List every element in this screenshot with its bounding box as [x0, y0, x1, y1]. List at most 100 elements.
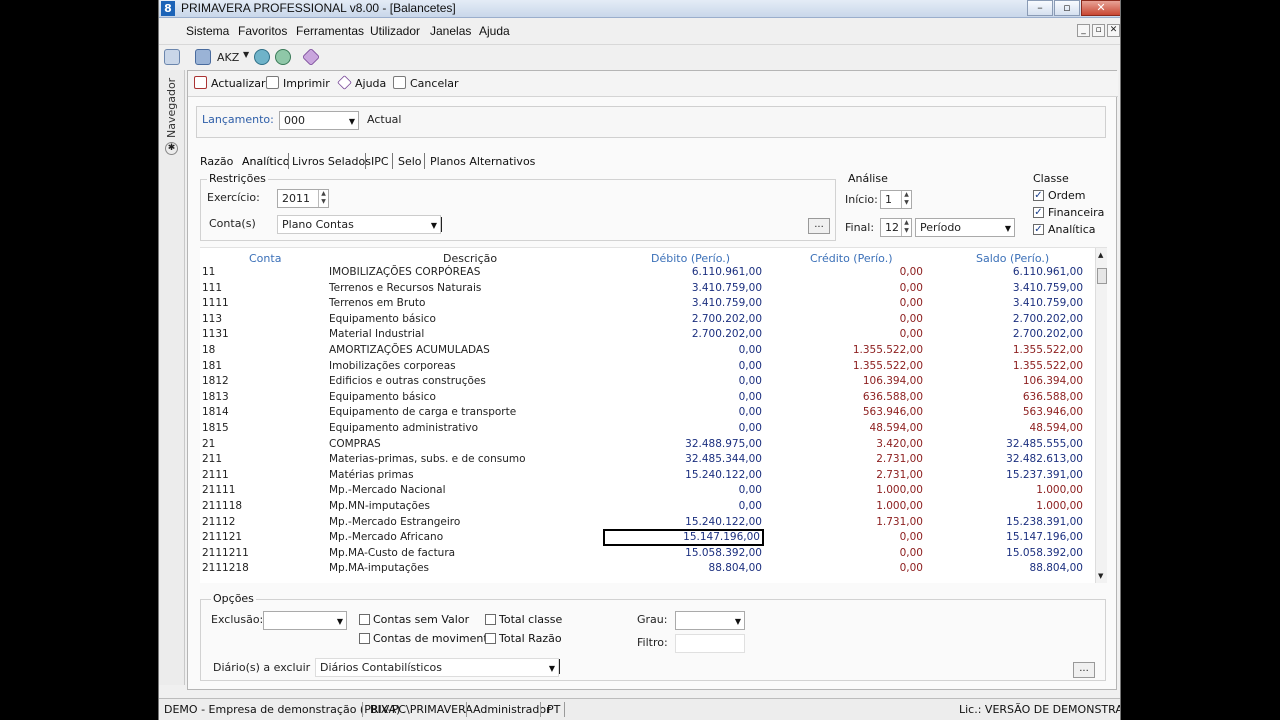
- cell-credito[interactable]: 563.946,00: [813, 406, 923, 418]
- cell-conta[interactable]: 2111: [202, 469, 229, 481]
- cell-descricao[interactable]: Mp.MA-imputações: [329, 562, 429, 574]
- cell-debito[interactable]: 3.410.759,00: [652, 297, 762, 309]
- diarios-select[interactable]: Diários Contabilísticos ▼: [315, 658, 559, 677]
- cell-descricao[interactable]: IMOBILIZAÇÕES CORPÓREAS: [329, 266, 480, 278]
- currency-label[interactable]: AKZ: [217, 51, 239, 64]
- menu-sistema[interactable]: Sistema: [186, 24, 229, 38]
- lancamento-select[interactable]: 000 ▼: [279, 111, 359, 130]
- app-icon[interactable]: 8: [161, 1, 175, 16]
- cell-debito[interactable]: 32.485.344,00: [652, 453, 762, 465]
- menu-utilizador[interactable]: Utilizador: [370, 24, 420, 38]
- table-row[interactable]: 21111 Mp.-Mercado Nacional 0,00 1.000,00 1.0…: [200, 483, 1095, 499]
- cell-debito[interactable]: 15.240.122,00: [652, 469, 762, 481]
- minimize-button[interactable]: –: [1027, 0, 1053, 16]
- cell-descricao[interactable]: Mp.-Mercado Estrangeiro: [329, 516, 460, 528]
- table-row[interactable]: 1812 Edificios e outras construções 0,00 10…: [200, 374, 1095, 390]
- inicio-spinner[interactable]: 1 ▲ ▼: [880, 190, 912, 209]
- settings-icon[interactable]: ✱: [165, 142, 178, 155]
- cell-conta[interactable]: 211: [202, 453, 222, 465]
- cell-descricao[interactable]: Mp.-Mercado Africano: [329, 531, 443, 543]
- cell-credito[interactable]: 0,00: [813, 547, 923, 559]
- table-row[interactable]: 211118 Mp.MN-imputações 0,00 1.000,00 1.000,…: [200, 499, 1095, 515]
- cell-saldo[interactable]: 3.410.759,00: [973, 282, 1083, 294]
- cell-saldo[interactable]: 15.237.391,00: [973, 469, 1083, 481]
- tab-planos-alternativos[interactable]: Planos Alternativos: [430, 155, 535, 168]
- tab-razao[interactable]: Razão: [200, 155, 233, 168]
- cell-saldo[interactable]: 15.058.392,00: [973, 547, 1083, 559]
- cell-credito[interactable]: 106.394,00: [813, 375, 923, 387]
- cell-saldo[interactable]: 1.000,00: [973, 500, 1083, 512]
- cell-conta[interactable]: 113: [202, 313, 222, 325]
- menu-ajuda[interactable]: Ajuda: [479, 24, 510, 38]
- cell-credito[interactable]: 0,00: [813, 297, 923, 309]
- cell-saldo[interactable]: 1.355.522,00: [973, 360, 1083, 372]
- cell-conta[interactable]: 1814: [202, 406, 229, 418]
- table-row[interactable]: 1111 Terrenos em Bruto 3.410.759,00 0,00 3.4…: [200, 296, 1095, 312]
- financeira-checkbox[interactable]: ✓: [1033, 207, 1044, 218]
- imprimir-button[interactable]: Imprimir: [266, 76, 330, 90]
- cell-credito[interactable]: 0,00: [813, 313, 923, 325]
- cell-descricao[interactable]: COMPRAS: [329, 438, 381, 450]
- cell-credito[interactable]: 636.588,00: [813, 391, 923, 403]
- table-row[interactable]: 1815 Equipamento administrativo 0,00 48.594…: [200, 421, 1095, 437]
- table-row[interactable]: 11 IMOBILIZAÇÕES CORPÓREAS 6.110.961,00 0,0…: [200, 265, 1095, 281]
- mdi-restore-button[interactable]: ▫: [1092, 24, 1105, 37]
- eraser-icon[interactable]: [301, 47, 321, 67]
- cell-descricao[interactable]: Mp.MA-Custo de factura: [329, 547, 455, 559]
- menu-favoritos[interactable]: Favoritos: [238, 24, 287, 38]
- actualizar-button[interactable]: Actualizar: [194, 76, 266, 90]
- spinner-arrows-icon[interactable]: ▲ ▼: [901, 219, 911, 236]
- cell-descricao[interactable]: Equipamento administrativo: [329, 422, 478, 434]
- cell-saldo[interactable]: 636.588,00: [973, 391, 1083, 403]
- tab-ipc[interactable]: IPC: [371, 155, 389, 168]
- cell-debito[interactable]: 15.147.196,00: [603, 529, 764, 547]
- navigator-strip[interactable]: Navegador ✱: [159, 70, 185, 685]
- contas-de-movimento-checkbox[interactable]: [359, 633, 370, 644]
- cell-credito[interactable]: 1.000,00: [813, 484, 923, 496]
- cell-debito[interactable]: 0,00: [652, 391, 762, 403]
- cell-descricao[interactable]: Equipamento básico: [329, 313, 436, 325]
- cell-credito[interactable]: 0,00: [813, 282, 923, 294]
- cell-debito[interactable]: 88.804,00: [652, 562, 762, 574]
- cancelar-button[interactable]: Cancelar: [393, 76, 459, 90]
- cell-debito[interactable]: 0,00: [652, 484, 762, 496]
- cell-credito[interactable]: 2.731,00: [813, 469, 923, 481]
- currency-icon[interactable]: [195, 49, 211, 65]
- cell-descricao[interactable]: Materias-primas, subs. e de consumo: [329, 453, 526, 465]
- cell-descricao[interactable]: Matérias primas: [329, 469, 414, 481]
- cell-saldo[interactable]: 563.946,00: [973, 406, 1083, 418]
- tab-selo[interactable]: Selo: [398, 155, 422, 168]
- cell-conta[interactable]: 11: [202, 266, 215, 278]
- cell-conta[interactable]: 1812: [202, 375, 229, 387]
- cell-saldo[interactable]: 88.804,00: [973, 562, 1083, 574]
- cell-conta[interactable]: 181: [202, 360, 222, 372]
- grau-select[interactable]: ▼: [675, 611, 745, 630]
- table-row[interactable]: 1813 Equipamento básico 0,00 636.588,00 636.…: [200, 390, 1095, 406]
- cell-saldo[interactable]: 6.110.961,00: [973, 266, 1083, 278]
- cell-saldo[interactable]: 1.000,00: [973, 484, 1083, 496]
- spinner-arrows-icon[interactable]: ▲ ▼: [901, 191, 911, 208]
- mdi-close-button[interactable]: ✕: [1107, 24, 1120, 37]
- table-row[interactable]: 2111218 Mp.MA-imputações 88.804,00 0,00 88.8…: [200, 561, 1095, 577]
- cell-debito[interactable]: 0,00: [652, 422, 762, 434]
- cell-credito[interactable]: 0,00: [813, 531, 923, 543]
- column-header-saldo[interactable]: Saldo (Perío.): [976, 252, 1049, 265]
- column-header-conta[interactable]: Conta: [249, 252, 281, 265]
- cell-saldo[interactable]: 32.485.555,00: [973, 438, 1083, 450]
- contas-sem-valor-checkbox[interactable]: [359, 614, 370, 625]
- scroll-thumb[interactable]: [1097, 268, 1107, 284]
- cell-credito[interactable]: 0,00: [813, 562, 923, 574]
- cell-debito[interactable]: 0,00: [652, 406, 762, 418]
- cell-debito[interactable]: 15.240.122,00: [652, 516, 762, 528]
- cell-credito[interactable]: 2.731,00: [813, 453, 923, 465]
- cell-debito[interactable]: 2.700.202,00: [652, 328, 762, 340]
- cell-debito[interactable]: 0,00: [652, 344, 762, 356]
- cell-descricao[interactable]: Equipamento de carga e transporte: [329, 406, 516, 418]
- cell-descricao[interactable]: Imobilizações corporeas: [329, 360, 456, 372]
- cell-descricao[interactable]: Edificios e outras construções: [329, 375, 486, 387]
- cell-debito[interactable]: 15.058.392,00: [652, 547, 762, 559]
- spinner-arrows-icon[interactable]: ▲ ▼: [318, 190, 328, 207]
- cell-conta[interactable]: 1131: [202, 328, 229, 340]
- cell-conta[interactable]: 21: [202, 438, 215, 450]
- cell-descricao[interactable]: AMORTIZAÇÕES ACUMULADAS: [329, 344, 490, 356]
